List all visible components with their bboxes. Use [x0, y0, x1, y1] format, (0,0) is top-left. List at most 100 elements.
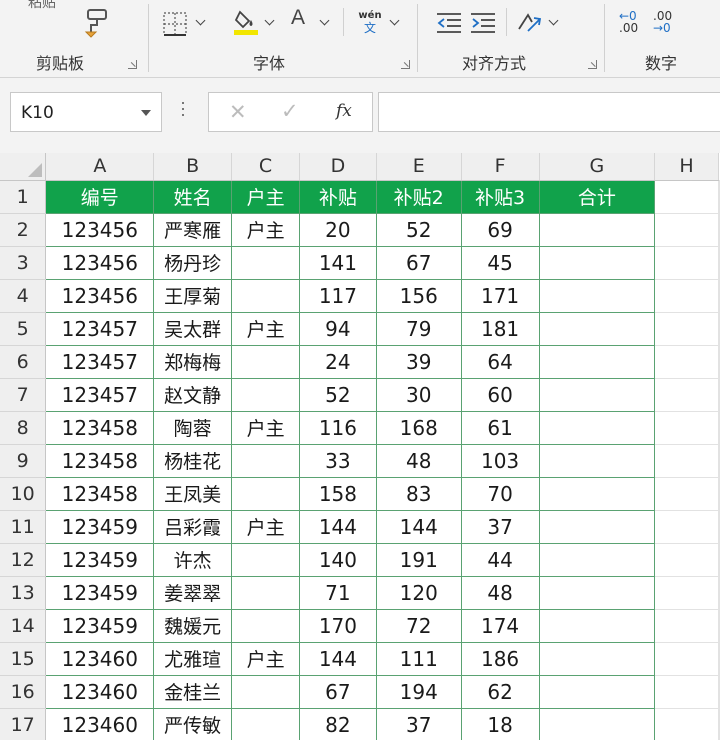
borders-icon[interactable] — [163, 12, 187, 36]
empty-cell[interactable] — [654, 246, 719, 280]
orientation-icon[interactable] — [516, 9, 542, 35]
table-cell[interactable] — [538, 311, 656, 346]
empty-cell[interactable] — [654, 642, 719, 676]
table-cell[interactable]: 171 — [460, 278, 540, 313]
table-cell[interactable] — [231, 608, 300, 643]
row-header[interactable]: 2 — [0, 213, 47, 247]
row-header[interactable]: 5 — [0, 312, 47, 346]
table-cell[interactable]: 户主 — [231, 509, 300, 544]
table-cell[interactable]: 111 — [375, 641, 462, 676]
table-cell[interactable]: 123458 — [45, 410, 155, 445]
table-cell[interactable]: 45 — [460, 245, 540, 280]
row-header[interactable]: 12 — [0, 543, 47, 577]
table-cell[interactable]: 20 — [299, 212, 377, 247]
empty-cell[interactable] — [654, 708, 719, 740]
empty-cell[interactable] — [654, 312, 719, 346]
table-cell[interactable]: 户主 — [231, 410, 300, 445]
table-cell[interactable]: 71 — [299, 575, 377, 610]
table-cell[interactable]: 户主 — [231, 311, 300, 346]
decrease-decimal-icon[interactable]: .00 →0 — [653, 10, 683, 34]
table-cell[interactable] — [538, 542, 656, 577]
table-cell[interactable]: 户主 — [231, 212, 300, 247]
empty-cell[interactable] — [718, 642, 720, 676]
table-cell[interactable]: 144 — [375, 509, 462, 544]
row-header[interactable]: 9 — [0, 444, 47, 478]
table-cell[interactable]: 123460 — [45, 707, 155, 740]
table-cell[interactable]: 39 — [375, 344, 462, 379]
table-cell[interactable]: 严传敏 — [153, 707, 233, 740]
table-cell[interactable]: 123460 — [45, 674, 155, 709]
table-cell[interactable]: 67 — [375, 245, 462, 280]
empty-cell[interactable] — [654, 213, 719, 247]
table-cell[interactable]: 24 — [299, 344, 377, 379]
row-header[interactable]: 16 — [0, 675, 47, 709]
row-header[interactable]: 7 — [0, 378, 47, 412]
empty-cell[interactable] — [654, 411, 719, 445]
select-all-button[interactable] — [0, 153, 47, 181]
table-cell[interactable]: 123457 — [45, 377, 155, 412]
insert-function-icon[interactable]: fx — [336, 101, 352, 121]
row-header[interactable]: 1 — [0, 180, 47, 214]
row-header[interactable]: 8 — [0, 411, 47, 445]
column-header[interactable]: F — [461, 153, 540, 181]
table-cell[interactable]: 户主 — [231, 641, 300, 676]
table-cell[interactable] — [231, 278, 300, 313]
table-cell[interactable] — [538, 245, 656, 280]
table-cell[interactable]: 陶蓉 — [153, 410, 233, 445]
decrease-indent-icon[interactable] — [436, 12, 462, 34]
table-cell[interactable]: 48 — [375, 443, 462, 478]
empty-cell[interactable] — [654, 444, 719, 478]
name-box[interactable]: K10 — [10, 92, 162, 132]
table-cell[interactable]: 120 — [375, 575, 462, 610]
table-cell[interactable]: 141 — [299, 245, 377, 280]
empty-cell[interactable] — [718, 543, 720, 577]
table-cell[interactable]: 62 — [460, 674, 540, 709]
empty-cell[interactable] — [718, 213, 720, 247]
increase-indent-icon[interactable] — [470, 12, 496, 34]
format-painter-icon[interactable] — [82, 8, 110, 38]
table-cell[interactable]: 170 — [299, 608, 377, 643]
table-cell[interactable]: 194 — [375, 674, 462, 709]
table-cell[interactable] — [231, 542, 300, 577]
table-cell[interactable] — [538, 212, 656, 247]
orientation-dropdown-chevron-icon[interactable] — [548, 15, 559, 26]
table-cell[interactable]: 52 — [375, 212, 462, 247]
table-cell[interactable]: 83 — [375, 476, 462, 511]
empty-cell[interactable] — [654, 543, 719, 577]
font-dialog-launcher[interactable] — [401, 60, 410, 69]
table-cell[interactable]: 116 — [299, 410, 377, 445]
table-cell[interactable]: 61 — [460, 410, 540, 445]
table-cell[interactable]: 174 — [460, 608, 540, 643]
empty-cell[interactable] — [654, 180, 719, 214]
table-cell[interactable]: 72 — [375, 608, 462, 643]
table-cell[interactable]: 金桂兰 — [153, 674, 233, 709]
table-cell[interactable]: 吕彩霞 — [153, 509, 233, 544]
table-cell[interactable]: 123457 — [45, 344, 155, 379]
table-cell[interactable]: 30 — [375, 377, 462, 412]
table-cell[interactable]: 赵文静 — [153, 377, 233, 412]
table-cell[interactable] — [231, 575, 300, 610]
empty-cell[interactable] — [654, 510, 719, 544]
empty-cell[interactable] — [654, 279, 719, 313]
empty-cell[interactable] — [718, 444, 720, 478]
table-cell[interactable]: 144 — [299, 641, 377, 676]
table-cell[interactable]: 123458 — [45, 476, 155, 511]
table-cell[interactable]: 123459 — [45, 509, 155, 544]
row-header[interactable]: 14 — [0, 609, 47, 643]
column-header[interactable]: E — [376, 153, 462, 181]
table-cell[interactable] — [538, 641, 656, 676]
row-header[interactable]: 3 — [0, 246, 47, 280]
table-cell[interactable]: 168 — [375, 410, 462, 445]
table-cell[interactable] — [538, 674, 656, 709]
formula-bar-resize-handle[interactable] — [182, 102, 185, 118]
table-cell[interactable]: 69 — [460, 212, 540, 247]
table-cell[interactable] — [538, 443, 656, 478]
table-cell[interactable] — [231, 245, 300, 280]
row-header[interactable]: 15 — [0, 642, 47, 676]
table-header-cell[interactable]: 编号 — [45, 179, 155, 214]
table-cell[interactable] — [231, 674, 300, 709]
empty-cell[interactable] — [718, 345, 720, 379]
empty-cell[interactable] — [654, 576, 719, 610]
table-cell[interactable]: 144 — [299, 509, 377, 544]
alignment-dialog-launcher[interactable] — [588, 60, 597, 69]
